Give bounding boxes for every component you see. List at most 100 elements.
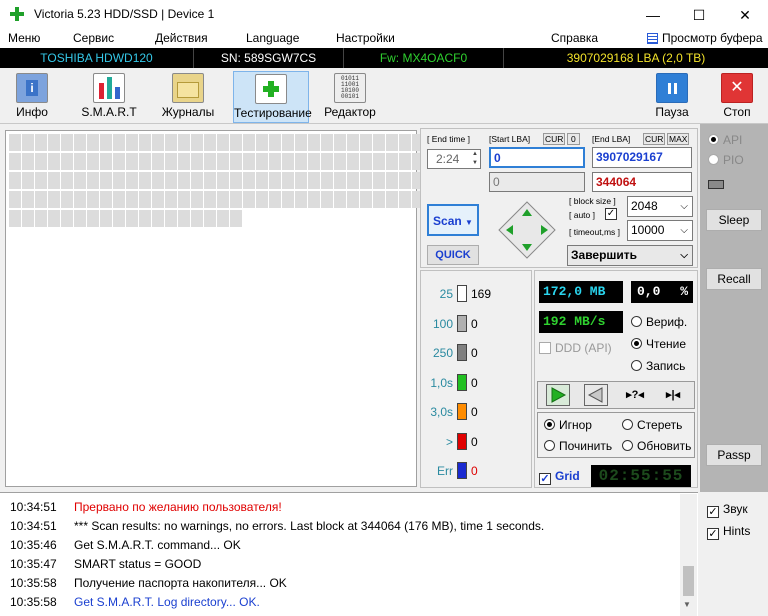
log-entry: 10:35:58 Получение паспорта накопителя...… bbox=[10, 576, 287, 590]
stop-button[interactable]: ✕ Стоп bbox=[701, 71, 768, 123]
log-time: 10:34:51 bbox=[10, 500, 57, 514]
latency-count: 0 bbox=[471, 375, 478, 390]
start-lba-input[interactable]: 0 bbox=[489, 147, 585, 168]
close-button[interactable]: ✕ bbox=[722, 0, 768, 30]
block-size-label: [ block size ] bbox=[569, 196, 616, 206]
mode-read-radio[interactable]: Чтение bbox=[631, 337, 686, 351]
log-scrollbar[interactable]: ▼ bbox=[680, 494, 697, 616]
scan-button[interactable]: Scan ▼ bbox=[427, 204, 479, 236]
minimize-button[interactable]: — bbox=[630, 0, 676, 30]
pio-radio[interactable]: PIO bbox=[708, 153, 744, 167]
testing-label: Тестирование bbox=[234, 106, 312, 120]
menu-item-actions[interactable]: Действия bbox=[155, 31, 208, 45]
scan-block-cell bbox=[126, 172, 138, 189]
log-panel: 10:34:51 Прервано по желанию пользователя… bbox=[0, 492, 698, 616]
end-lba-cur-button[interactable]: CUR bbox=[643, 133, 666, 145]
action-refresh-radio[interactable]: Обновить bbox=[622, 439, 691, 453]
scan-block-cell bbox=[48, 210, 60, 227]
latency-color-swatch bbox=[457, 403, 467, 420]
menu-item-help[interactable]: Справка bbox=[551, 31, 598, 45]
scan-block-cell bbox=[9, 134, 21, 151]
buffer-view-icon bbox=[647, 33, 658, 44]
passp-button[interactable]: Passp bbox=[706, 444, 762, 466]
start-lba-cur-button[interactable]: CUR bbox=[543, 133, 566, 145]
action-erase-radio[interactable]: Стереть bbox=[622, 418, 682, 432]
maximize-button[interactable]: ☐ bbox=[676, 0, 722, 30]
radio-icon bbox=[544, 440, 555, 451]
action-repair-label: Починить bbox=[559, 439, 613, 453]
scan-block-cell bbox=[35, 191, 47, 208]
scan-block-cell bbox=[22, 153, 34, 170]
mode-write-radio[interactable]: Запись bbox=[631, 359, 685, 373]
grid-checkbox[interactable]: ✓ Grid bbox=[539, 469, 580, 485]
block-size-select[interactable]: 2048 ⌵ bbox=[627, 196, 693, 217]
end-lba-input[interactable]: 3907029167 bbox=[592, 147, 692, 168]
scan-block-cell bbox=[178, 210, 190, 227]
buffer-view-button[interactable]: Просмотр буфера bbox=[662, 31, 763, 45]
scan-block-cell bbox=[334, 172, 346, 189]
scan-block-cell bbox=[191, 134, 203, 151]
scan-block-cell bbox=[308, 172, 320, 189]
start-lba-current: 0 bbox=[489, 172, 585, 192]
finish-action-select[interactable]: Завершить ⌵ bbox=[567, 245, 693, 266]
menu-item-menu[interactable]: Меню bbox=[8, 31, 40, 45]
bottom-right-panel: ✓ Звук ✓ Hints bbox=[699, 492, 768, 616]
scan-block-cell bbox=[22, 134, 34, 151]
logs-button[interactable]: Журналы bbox=[152, 71, 224, 123]
end-lba-max-button[interactable]: MAX bbox=[667, 133, 690, 145]
scroll-down-icon[interactable]: ▼ bbox=[683, 600, 691, 609]
menu-item-service[interactable]: Сервис bbox=[73, 31, 114, 45]
scan-block-cell bbox=[165, 210, 177, 227]
recall-button[interactable]: Recall bbox=[706, 268, 762, 290]
chevron-down-icon: ⌵ bbox=[680, 250, 688, 261]
butterfly-button[interactable]: ▸|◂ bbox=[660, 384, 686, 406]
action-repair-radio[interactable]: Починить bbox=[544, 439, 612, 453]
scan-block-cell bbox=[217, 191, 229, 208]
scan-block-cell bbox=[22, 172, 34, 189]
play-backward-button[interactable] bbox=[584, 384, 608, 406]
latency-color-swatch bbox=[457, 432, 467, 450]
sound-checkbox[interactable]: ✓ Звук bbox=[707, 502, 748, 518]
start-lba-zero-button[interactable]: 0 bbox=[567, 133, 580, 145]
random-seek-button[interactable]: ▸?◂ bbox=[622, 384, 648, 406]
scan-block-cell bbox=[282, 153, 294, 170]
scan-block-cell bbox=[139, 172, 151, 189]
timeout-select[interactable]: 10000 ⌵ bbox=[627, 220, 693, 241]
play-forward-button[interactable] bbox=[546, 384, 570, 406]
mode-verify-radio[interactable]: Вериф. bbox=[631, 315, 687, 329]
info-button[interactable]: i Инфо bbox=[0, 71, 68, 123]
scan-block-cell bbox=[35, 134, 47, 151]
testing-button[interactable]: Тестирование bbox=[233, 71, 312, 123]
scan-block-cell bbox=[61, 153, 73, 170]
timer-display: 02:55:55 bbox=[591, 465, 691, 487]
menu-bar: Меню Сервис Действия Language Настройки … bbox=[0, 30, 768, 48]
menu-item-settings[interactable]: Настройки bbox=[336, 31, 395, 45]
action-ignore-radio[interactable]: Игнор bbox=[544, 418, 592, 432]
pause-button[interactable]: Пауза bbox=[636, 71, 708, 123]
log-message: Прервано по желанию пользователя! bbox=[74, 500, 282, 514]
status-indicator bbox=[708, 180, 724, 189]
ddd-api-checkbox[interactable]: DDD (API) bbox=[539, 341, 612, 355]
direction-pad[interactable] bbox=[498, 201, 556, 259]
scan-block-cell bbox=[48, 153, 60, 170]
scan-block-cell bbox=[139, 191, 151, 208]
scan-block-cell bbox=[204, 210, 216, 227]
end-time-value: 2:24 bbox=[436, 152, 460, 166]
quick-button[interactable]: QUICK bbox=[427, 245, 479, 265]
scan-block-cell bbox=[48, 134, 60, 151]
sleep-button[interactable]: Sleep bbox=[706, 209, 762, 231]
scrollbar-thumb[interactable] bbox=[683, 566, 694, 596]
scan-block-cell bbox=[204, 153, 216, 170]
latency-count: 0 bbox=[471, 405, 478, 419]
end-time-spinner[interactable]: ▲ ▼ bbox=[470, 150, 480, 168]
ddd-label: DDD (API) bbox=[555, 341, 612, 355]
editor-button[interactable]: 01011 11001 10100 00101 Редактор bbox=[314, 71, 386, 123]
scan-block-cell bbox=[61, 172, 73, 189]
hints-checkbox[interactable]: ✓ Hints bbox=[707, 524, 750, 540]
api-radio[interactable]: API bbox=[708, 133, 742, 147]
auto-checkbox[interactable]: ✓ bbox=[605, 208, 617, 220]
scan-block-cell bbox=[243, 153, 255, 170]
log-time: 10:35:47 bbox=[10, 557, 57, 571]
smart-button[interactable]: S.M.A.R.T bbox=[73, 71, 145, 123]
menu-item-language[interactable]: Language bbox=[246, 31, 299, 45]
